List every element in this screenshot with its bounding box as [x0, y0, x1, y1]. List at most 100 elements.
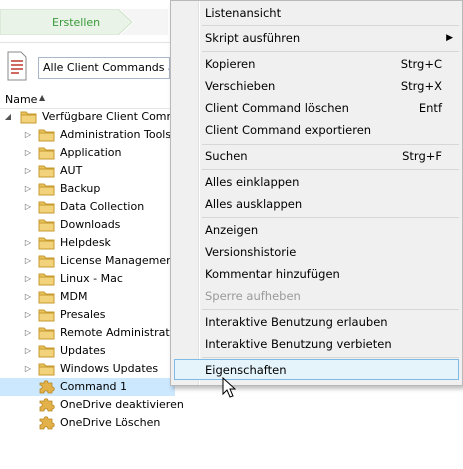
- folder-icon: [38, 343, 55, 358]
- menu-separator: [202, 309, 459, 310]
- tree-item-label: Downloads: [60, 218, 121, 231]
- menu-shortcut: Entf: [418, 101, 442, 115]
- tree-item-label: Remote Administration: [60, 326, 187, 339]
- toolbar-divider: [0, 42, 170, 43]
- expand-arrow-icon[interactable]: ▷: [23, 147, 33, 159]
- puzzle-icon: [38, 379, 55, 394]
- tree-item-label: License Management: [60, 254, 178, 267]
- tree-folder-item[interactable]: Downloads: [0, 216, 175, 234]
- folder-icon: [38, 181, 55, 196]
- menu-item[interactable]: Alles ausklappen: [205, 197, 302, 211]
- tree-folder-item[interactable]: ▷ License Management: [0, 252, 178, 270]
- menu-item[interactable]: Suchen: [205, 149, 248, 163]
- tree-item-label: Command 1: [60, 380, 128, 393]
- expand-arrow-icon[interactable]: ▷: [23, 183, 33, 195]
- expand-arrow-icon[interactable]: ▷: [23, 201, 33, 213]
- expand-arrow-icon[interactable]: ▷: [23, 327, 33, 339]
- menu-separator: [202, 25, 459, 26]
- sort-ascending-icon: ▲: [39, 93, 46, 102]
- menu-item[interactable]: Eigenschaften: [205, 363, 287, 377]
- menu-item[interactable]: Alles einklappen: [205, 175, 299, 189]
- menu-item[interactable]: Client Command löschen: [205, 101, 349, 115]
- tree-item-label: OneDrive Löschen: [60, 416, 161, 429]
- tree-item-label: OneDrive deaktivieren: [60, 398, 184, 411]
- menu-item[interactable]: Interaktive Benutzung verbieten: [205, 337, 392, 351]
- folder-icon: [38, 163, 55, 178]
- document-icon: [6, 51, 28, 81]
- name-column-label: Name: [5, 93, 38, 106]
- tree-command-item[interactable]: Command 1: [0, 378, 175, 396]
- tree-command-item[interactable]: OneDrive deaktivieren: [0, 396, 184, 414]
- folder-icon: [38, 271, 55, 286]
- tree-folder-item[interactable]: ▷ Updates: [0, 342, 175, 360]
- tree-folder-item[interactable]: ▷ Helpdesk: [0, 234, 175, 252]
- expand-arrow-icon[interactable]: ▷: [23, 291, 33, 303]
- tree-item-label: Application: [60, 146, 122, 159]
- tree-folder-item[interactable]: ▷ MDM: [0, 288, 175, 306]
- tree-folder-item[interactable]: ▷ Remote Administration: [0, 324, 186, 342]
- expand-arrow-icon[interactable]: ▷: [23, 309, 33, 321]
- tree-folder-item[interactable]: ▷ Linux - Mac: [0, 270, 175, 288]
- tree-folder-item[interactable]: ▷ Administration Tools: [0, 126, 175, 144]
- tree-item-label: Data Collection: [60, 200, 145, 213]
- tree-item-label: AUT: [60, 164, 83, 177]
- menu-item[interactable]: Versionshistorie: [205, 245, 296, 259]
- expand-arrow-icon[interactable]: ▷: [23, 345, 33, 357]
- menu-item[interactable]: Interaktive Benutzung erlauben: [205, 315, 388, 329]
- expand-arrow-icon[interactable]: ▷: [23, 237, 33, 249]
- create-button[interactable]: Erstellen: [0, 9, 168, 35]
- tree-item-label: Presales: [60, 308, 106, 321]
- tree-item-label: Linux - Mac: [60, 272, 123, 285]
- tree-folder-item[interactable]: ▷ Presales: [0, 306, 175, 324]
- menu-item[interactable]: Listenansicht: [205, 6, 281, 20]
- menu-separator: [202, 169, 459, 170]
- tree-command-item[interactable]: OneDrive Löschen: [0, 414, 175, 432]
- tree-folder-item[interactable]: ▷ AUT: [0, 162, 175, 180]
- menu-item: Sperre aufheben: [205, 289, 301, 303]
- menu-item[interactable]: Anzeigen: [205, 223, 258, 237]
- menu-shortcut: Strg+F: [402, 149, 442, 163]
- filter-dropdown[interactable]: Alle Client Commands anze: [38, 57, 170, 79]
- folder-icon: [38, 253, 55, 268]
- context-menu: Listenansicht Skript ausführen ▶ Kopieren St…: [170, 0, 463, 386]
- tree-folder-item[interactable]: ▷ Application: [0, 144, 175, 162]
- tree-root-item[interactable]: ◢ Verfügbare Client Command: [0, 108, 198, 126]
- folder-icon: [38, 127, 55, 142]
- tree-folder-item[interactable]: ▷ Data Collection: [0, 198, 175, 216]
- tree-folder-item[interactable]: ▷ Windows Updates: [0, 360, 175, 378]
- tree-item-label: MDM: [60, 290, 88, 303]
- name-column-header[interactable]: Name ▲: [0, 90, 170, 109]
- menu-item[interactable]: Kommentar hinzufügen: [205, 267, 340, 281]
- folder-icon: [38, 199, 55, 214]
- menu-shortcut: Strg+C: [400, 57, 442, 71]
- expand-arrow-icon[interactable]: ▷: [23, 255, 33, 267]
- tree-item-label: Windows Updates: [60, 362, 159, 375]
- menu-shortcut: Strg+X: [400, 79, 442, 93]
- menu-item[interactable]: Verschieben: [205, 79, 275, 93]
- puzzle-icon: [38, 415, 55, 430]
- puzzle-icon: [38, 397, 55, 412]
- expand-arrow-icon[interactable]: ▷: [23, 165, 33, 177]
- submenu-arrow-icon: ▶: [446, 33, 453, 43]
- expand-arrow-icon[interactable]: ▷: [23, 273, 33, 285]
- folder-icon: [20, 109, 37, 124]
- menu-item[interactable]: Skript ausführen: [205, 31, 300, 45]
- folder-icon: [38, 361, 55, 376]
- tree-item-label: Backup: [60, 182, 101, 195]
- expand-arrow-icon[interactable]: ▷: [23, 129, 33, 141]
- folder-icon: [38, 217, 55, 232]
- create-label: Erstellen: [52, 16, 101, 29]
- tree-item-label: Helpdesk: [60, 236, 111, 249]
- folder-icon: [38, 145, 55, 160]
- tree-item-label: Administration Tools: [60, 128, 172, 141]
- tree-folder-item[interactable]: ▷ Backup: [0, 180, 175, 198]
- expand-arrow-icon[interactable]: ▷: [23, 363, 33, 375]
- menu-separator: [202, 51, 459, 52]
- mouse-cursor-icon: [222, 376, 237, 402]
- collapse-arrow-icon[interactable]: ◢: [3, 111, 13, 123]
- menu-item[interactable]: Client Command exportieren: [205, 123, 371, 137]
- menu-separator: [202, 357, 459, 358]
- folder-icon: [38, 325, 55, 340]
- folder-icon: [38, 235, 55, 250]
- menu-item[interactable]: Kopieren: [205, 57, 255, 71]
